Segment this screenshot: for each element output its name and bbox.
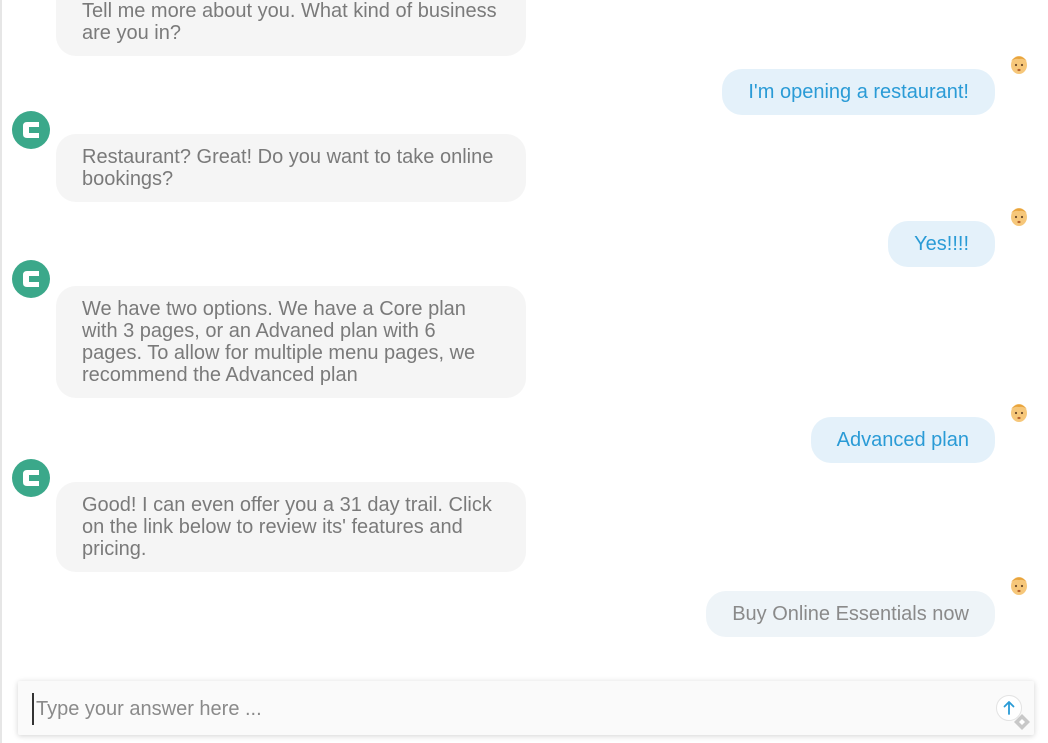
user-message-text: Buy Online Essentials now: [732, 603, 969, 625]
bot-message: We have two options. We have a Core plan…: [56, 286, 526, 398]
bot-avatar-icon: [12, 111, 50, 149]
user-avatar-icon: [1008, 573, 1030, 597]
user-message-text: Yes!!!!: [914, 233, 969, 255]
answer-input[interactable]: [32, 693, 978, 725]
bot-avatar-icon: [12, 459, 50, 497]
bot-message: Good! I can even offer you a 31 day trai…: [56, 482, 526, 572]
user-message: Advanced plan: [810, 417, 995, 463]
bot-message: Restaurant? Great! Do you want to take o…: [56, 134, 526, 202]
user-avatar-icon: [1008, 400, 1030, 424]
user-avatar-icon: [1008, 204, 1030, 228]
user-message: I'm opening a restaurant!: [722, 69, 995, 115]
user-message: Yes!!!!: [888, 221, 995, 267]
user-message-text: Advanced plan: [836, 429, 969, 451]
answer-input-bar: [18, 681, 1034, 735]
user-message-text: I'm opening a restaurant!: [748, 81, 969, 103]
bot-avatar-icon: [12, 260, 50, 298]
chat-window: Tell me more about you. What kind of bus…: [0, 0, 1048, 743]
bot-message-text: Restaurant? Great! Do you want to take o…: [82, 146, 494, 190]
bot-message-text: Tell me more about you. What kind of bus…: [82, 0, 497, 44]
bot-message-text: Good! I can even offer you a 31 day trai…: [82, 494, 492, 560]
bot-message-text: We have two options. We have a Core plan…: [82, 298, 476, 386]
buy-online-essentials-link[interactable]: Buy Online Essentials now: [706, 591, 995, 637]
corner-badge-icon: [1012, 712, 1032, 732]
bot-message: Tell me more about you. What kind of bus…: [56, 0, 526, 56]
user-avatar-icon: [1008, 52, 1030, 76]
